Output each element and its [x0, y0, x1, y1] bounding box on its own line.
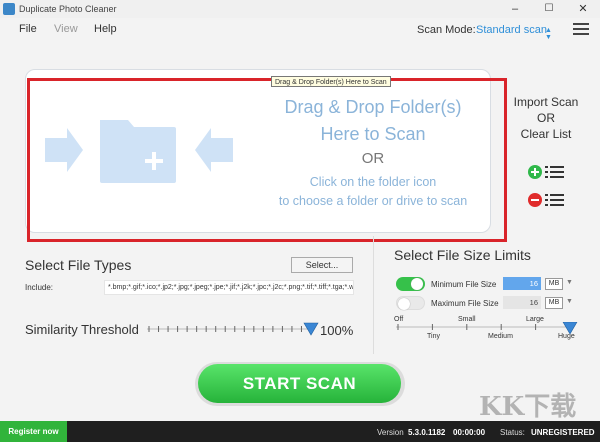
menu-view[interactable]: View: [54, 23, 78, 35]
import-scan-label: Import Scan: [513, 95, 579, 109]
panel-divider: [373, 236, 374, 354]
scan-mode-label: Scan Mode:: [417, 24, 476, 36]
file-size-slider[interactable]: [394, 322, 579, 334]
min-size-toggle[interactable]: [396, 277, 425, 291]
chevron-down-icon[interactable]: ▲ ▼: [545, 27, 552, 41]
title-bar: Duplicate Photo Cleaner – ☐ ✕: [0, 0, 600, 18]
version-label: Version: [377, 428, 404, 437]
max-size-toggle[interactable]: [396, 296, 425, 310]
drop-zone-or: OR: [361, 150, 385, 167]
register-now-button[interactable]: Register now: [0, 421, 67, 442]
folder-add-icon[interactable]: [45, 110, 245, 190]
start-scan-button[interactable]: START SCAN: [198, 364, 401, 403]
select-file-types-button[interactable]: Select...: [291, 257, 353, 273]
include-label: Include:: [25, 283, 54, 292]
watermark-text: KK下载: [479, 392, 577, 422]
clear-list-label: Clear List: [520, 127, 572, 141]
file-size-title: Select File Size Limits: [394, 247, 531, 263]
close-button[interactable]: ✕: [566, 0, 600, 18]
scale-label-tiny: Tiny: [427, 333, 440, 340]
status-bar: Register now Version 5.3.0.1182 00:00:00…: [0, 421, 600, 442]
drop-zone-tooltip: Drag & Drop Folder(s) Here to Scan: [271, 76, 391, 87]
max-size-label: Maximum File Size: [431, 299, 499, 308]
chevron-down-icon[interactable]: ▼: [566, 298, 573, 305]
minimize-button[interactable]: –: [498, 0, 532, 18]
clear-list-button[interactable]: [527, 192, 567, 208]
menu-bar: File View Help Scan Mode: Standard scan …: [0, 18, 600, 42]
min-size-label: Minimum File Size: [431, 280, 497, 289]
similarity-title: Similarity Threshold: [25, 322, 139, 337]
hamburger-menu-icon[interactable]: [573, 23, 589, 37]
drop-zone-hint-1: Click on the folder icon: [309, 175, 437, 189]
side-or-label: OR: [537, 111, 555, 125]
drop-zone-heading-2: Here to Scan: [320, 124, 426, 144]
drop-zone-heading-1: Drag & Drop Folder(s): [284, 97, 462, 117]
min-size-input[interactable]: 16: [503, 277, 541, 290]
min-size-unit-select[interactable]: MB: [545, 278, 563, 290]
scale-label-medium: Medium: [488, 333, 513, 340]
scale-label-huge: Huge: [558, 333, 575, 340]
scan-mode-dropdown[interactable]: Standard scan: [476, 24, 547, 36]
drop-zone-hint-2: to choose a folder or drive to scan: [278, 194, 468, 208]
menu-file[interactable]: File: [19, 23, 37, 35]
status-label: Status:: [500, 428, 525, 437]
elapsed-time: 00:00:00: [453, 428, 486, 437]
include-extensions-field[interactable]: *.bmp;*.gif;*.ico;*.jp2;*.jpg;*.jpeg;*.j…: [104, 280, 354, 295]
file-types-title: Select File Types: [25, 257, 132, 273]
max-size-input[interactable]: 16: [503, 296, 541, 309]
similarity-slider[interactable]: [145, 321, 320, 337]
chevron-down-icon[interactable]: ▼: [566, 279, 573, 286]
registration-status: UNREGISTERED: [531, 428, 595, 437]
version-value: 5.3.0.1182: [408, 428, 446, 437]
max-size-unit-select[interactable]: MB: [545, 297, 563, 309]
app-icon: [3, 3, 15, 15]
maximize-button[interactable]: ☐: [532, 0, 566, 18]
window-title: Duplicate Photo Cleaner: [19, 4, 117, 14]
import-scan-button[interactable]: [527, 164, 567, 180]
similarity-value: 100%: [320, 323, 354, 338]
menu-help[interactable]: Help: [94, 23, 117, 35]
